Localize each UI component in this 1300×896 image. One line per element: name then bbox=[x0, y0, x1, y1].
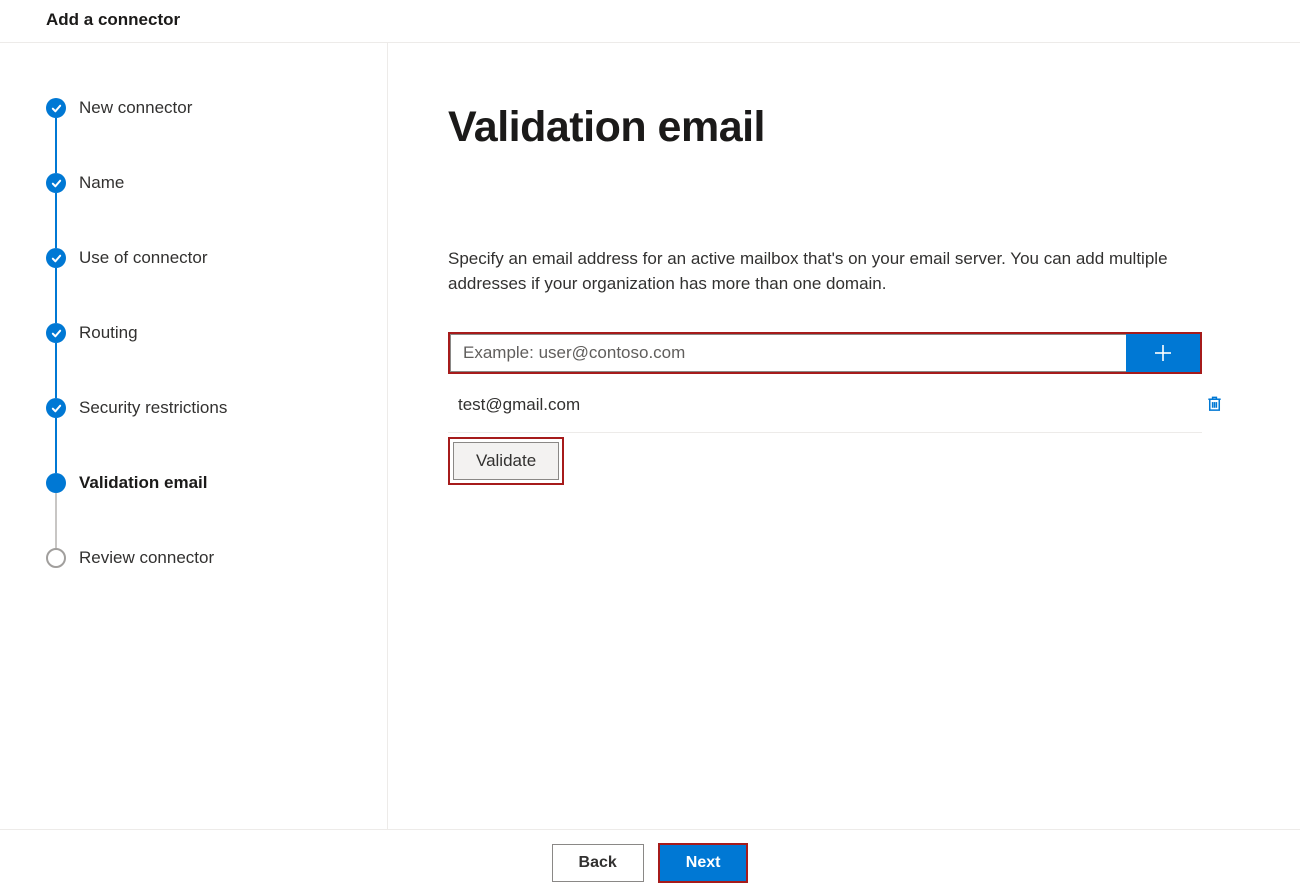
step-label: Security restrictions bbox=[79, 398, 227, 418]
step-name[interactable]: Name bbox=[46, 173, 367, 193]
trash-icon bbox=[1205, 394, 1224, 413]
email-address: test@gmail.com bbox=[458, 395, 580, 415]
check-icon bbox=[46, 323, 66, 343]
page-description: Specify an email address for an active m… bbox=[448, 247, 1208, 296]
step-label: Validation email bbox=[79, 473, 208, 493]
current-dot-icon bbox=[46, 473, 66, 493]
layout: New connector Name Use of connector bbox=[0, 43, 1300, 829]
step-label: Routing bbox=[79, 323, 138, 343]
step-routing[interactable]: Routing bbox=[46, 323, 367, 343]
validate-highlight: Validate bbox=[448, 437, 564, 485]
step-use-of-connector[interactable]: Use of connector bbox=[46, 248, 367, 268]
validate-button[interactable]: Validate bbox=[453, 442, 559, 480]
delete-email-button[interactable] bbox=[1201, 390, 1228, 420]
step-label: New connector bbox=[79, 98, 192, 118]
upcoming-circle-icon bbox=[46, 548, 66, 568]
header-title: Add a connector bbox=[46, 10, 1254, 30]
step-new-connector[interactable]: New connector bbox=[46, 98, 367, 118]
check-icon bbox=[46, 248, 66, 268]
add-email-button[interactable] bbox=[1126, 334, 1200, 372]
email-list: test@gmail.com bbox=[448, 378, 1202, 433]
step-security-restrictions[interactable]: Security restrictions bbox=[46, 398, 367, 418]
back-button[interactable]: Back bbox=[552, 844, 644, 882]
next-button[interactable]: Next bbox=[660, 845, 747, 881]
main-content: Validation email Specify an email addres… bbox=[388, 43, 1300, 829]
email-input[interactable] bbox=[450, 334, 1126, 372]
check-icon bbox=[46, 398, 66, 418]
footer: Back Next bbox=[0, 829, 1300, 895]
email-input-row bbox=[448, 332, 1202, 374]
step-label: Review connector bbox=[79, 548, 214, 568]
check-icon bbox=[46, 98, 66, 118]
page-title: Validation email bbox=[448, 103, 1240, 152]
step-label: Use of connector bbox=[79, 248, 208, 268]
check-icon bbox=[46, 173, 66, 193]
step-validation-email[interactable]: Validation email bbox=[46, 473, 367, 493]
step-review-connector[interactable]: Review connector bbox=[46, 548, 367, 568]
next-highlight: Next bbox=[658, 843, 749, 883]
email-list-item: test@gmail.com bbox=[448, 378, 1202, 433]
wizard-stepper: New connector Name Use of connector bbox=[0, 43, 388, 829]
step-label: Name bbox=[79, 173, 124, 193]
header: Add a connector bbox=[0, 0, 1300, 43]
plus-icon bbox=[1153, 343, 1173, 363]
